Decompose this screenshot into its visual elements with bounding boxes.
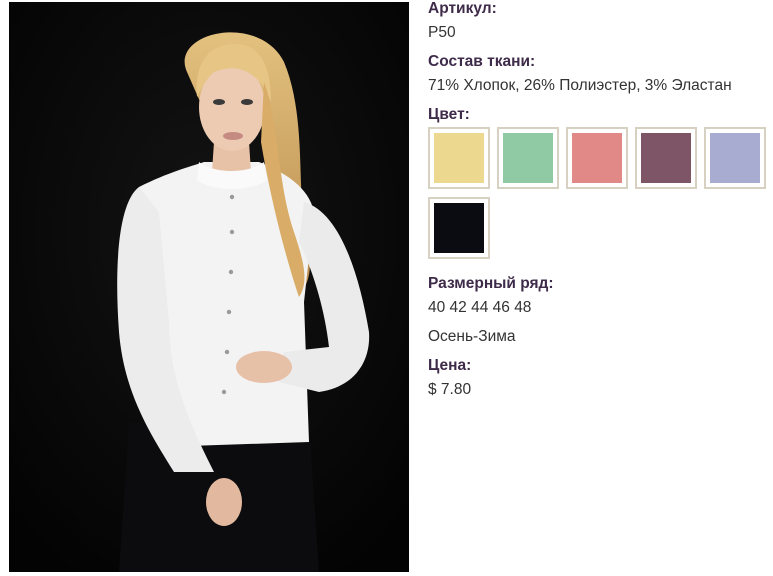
fabric-label: Состав ткани: [428,53,536,70]
price-value: $ 7.80 [428,381,472,398]
fabric-value: 71% Хлопок, 26% Полиэстер, 3% Эластан [428,77,732,94]
swatch-fill [434,203,484,253]
article-value: P50 [428,24,456,41]
swatch-fill [434,133,484,183]
article-label: Артикул: [428,0,497,17]
sizes-value: 40 42 44 46 48 [428,299,532,316]
product-photo [9,2,409,572]
swatch-fill [572,133,622,183]
swatch-fill [641,133,691,183]
sizes-label: Размерный ряд: [428,275,554,292]
color-label: Цвет: [428,106,470,123]
color-swatch-mint[interactable] [497,127,559,189]
color-swatch-yellow[interactable] [428,127,490,189]
color-swatch-black[interactable] [428,197,490,259]
price-label: Цена: [428,357,472,374]
color-swatch-pink[interactable] [566,127,628,189]
swatch-fill [710,133,760,183]
swatch-fill [503,133,553,183]
color-swatch-plum[interactable] [635,127,697,189]
color-swatch-lavender[interactable] [704,127,766,189]
season-value: Осень-Зима [428,328,516,345]
